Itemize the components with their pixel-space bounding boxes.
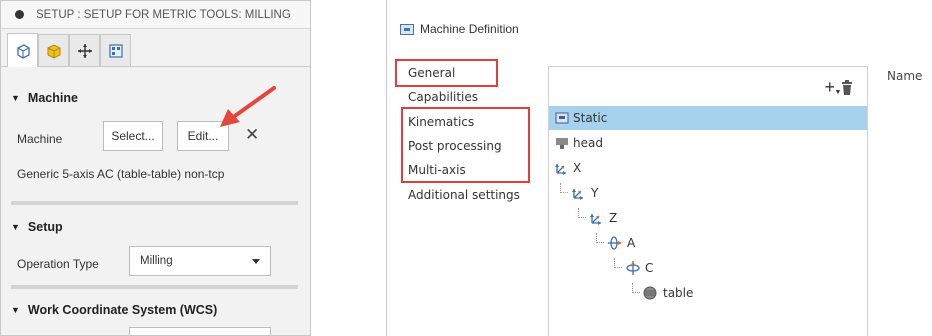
select-machine-button[interactable]: Select... (103, 121, 163, 151)
tree-row-table[interactable]: table (549, 281, 867, 305)
static-icon (555, 112, 569, 124)
stock-box-icon (47, 43, 60, 59)
nav-item-capabilities[interactable]: Capabilities (408, 90, 478, 104)
tree-connector (578, 208, 586, 218)
tree-connector (596, 233, 604, 243)
add-icon[interactable]: + ▼ (824, 77, 841, 98)
collapse-triangle-icon: ▼ (11, 93, 20, 103)
tree-label: head (573, 136, 603, 150)
dialog-left-border (386, 0, 387, 336)
nav-item-additional-settings[interactable]: Additional settings (408, 188, 520, 202)
kinematics-tree: + ▼ Static head X Y Z A C table (548, 66, 868, 336)
tab-move[interactable] (69, 34, 100, 66)
wcs-section-title: Work Coordinate System (WCS) (27, 303, 218, 317)
machine-section-title: Machine (27, 91, 78, 105)
tree-label: Static (573, 111, 608, 125)
name-column-header: Name (887, 69, 923, 83)
setup-section-title: Setup (27, 220, 63, 234)
machine-definition-icon (400, 23, 414, 35)
linear-axis-icon (590, 213, 601, 225)
tree-label: A (627, 236, 636, 250)
rotary-axis-icon (608, 236, 622, 250)
collapse-triangle-icon: ▼ (11, 222, 20, 232)
highlight-box-kinematics-group (401, 107, 530, 183)
linear-axis-icon (555, 163, 566, 175)
tree-connector (614, 258, 622, 268)
tree-row-head[interactable]: head (549, 131, 867, 155)
setup-header: SETUP : SETUP FOR METRIC TOOLS: MILLING (1, 1, 310, 29)
setup-section-header[interactable]: ▼ Setup (1, 220, 63, 234)
tree-label: Z (609, 211, 618, 225)
machine-definition-title: Machine Definition (420, 22, 519, 36)
tree-label: C (645, 261, 654, 275)
rotary-axis-icon (626, 261, 640, 275)
machine-definition-title-bar: Machine Definition (400, 22, 519, 36)
section-divider (11, 285, 298, 289)
setup-cube-icon (16, 43, 30, 59)
highlight-box-general (395, 59, 498, 87)
tree-connector (632, 283, 640, 293)
tree-row-y[interactable]: Y (549, 181, 867, 205)
collapse-triangle-icon: ▼ (11, 305, 20, 315)
setup-panel: SETUP : SETUP FOR METRIC TOOLS: MILLING (0, 0, 311, 336)
head-icon (556, 137, 568, 149)
post-process-icon (108, 43, 123, 58)
linear-axis-icon (572, 188, 583, 200)
tree-label: table (663, 286, 694, 300)
machine-field-label: Machine (17, 132, 63, 146)
tree-row-c[interactable]: C (549, 256, 867, 280)
tree-row-z[interactable]: Z (549, 206, 867, 230)
chevron-down-icon (252, 259, 260, 264)
setup-title: SETUP : SETUP FOR METRIC TOOLS: MILLING (36, 8, 291, 21)
setup-tabbar (1, 29, 310, 67)
section-divider (11, 201, 298, 205)
tree-row-static[interactable]: Static (549, 106, 867, 130)
tree-label: Y (591, 186, 599, 200)
tree-row-a[interactable]: A (549, 231, 867, 255)
operation-type-value: Milling (140, 255, 173, 267)
tree-row-x[interactable]: X (549, 156, 867, 180)
operation-type-label: Operation Type (17, 257, 99, 271)
tree-label: X (573, 161, 582, 175)
move-icon (77, 43, 92, 58)
tree-toolbar: + ▼ (824, 77, 853, 98)
tab-stock[interactable] (38, 34, 69, 66)
tab-post[interactable] (100, 34, 131, 66)
table-icon (643, 286, 657, 300)
tab-setup[interactable] (7, 33, 38, 67)
annotation-arrow-icon (220, 86, 276, 127)
wcs-select[interactable] (129, 327, 271, 335)
machine-name: Generic 5-axis AC (table-table) non-tcp (17, 167, 225, 181)
wcs-section-header[interactable]: ▼ Work Coordinate System (WCS) (1, 303, 217, 317)
operation-type-select[interactable]: Milling (129, 246, 271, 276)
trash-icon[interactable] (841, 80, 853, 95)
machine-section-header[interactable]: ▼ Machine (1, 91, 78, 105)
panel-status-icon[interactable] (15, 10, 24, 19)
tree-connector (560, 183, 568, 193)
